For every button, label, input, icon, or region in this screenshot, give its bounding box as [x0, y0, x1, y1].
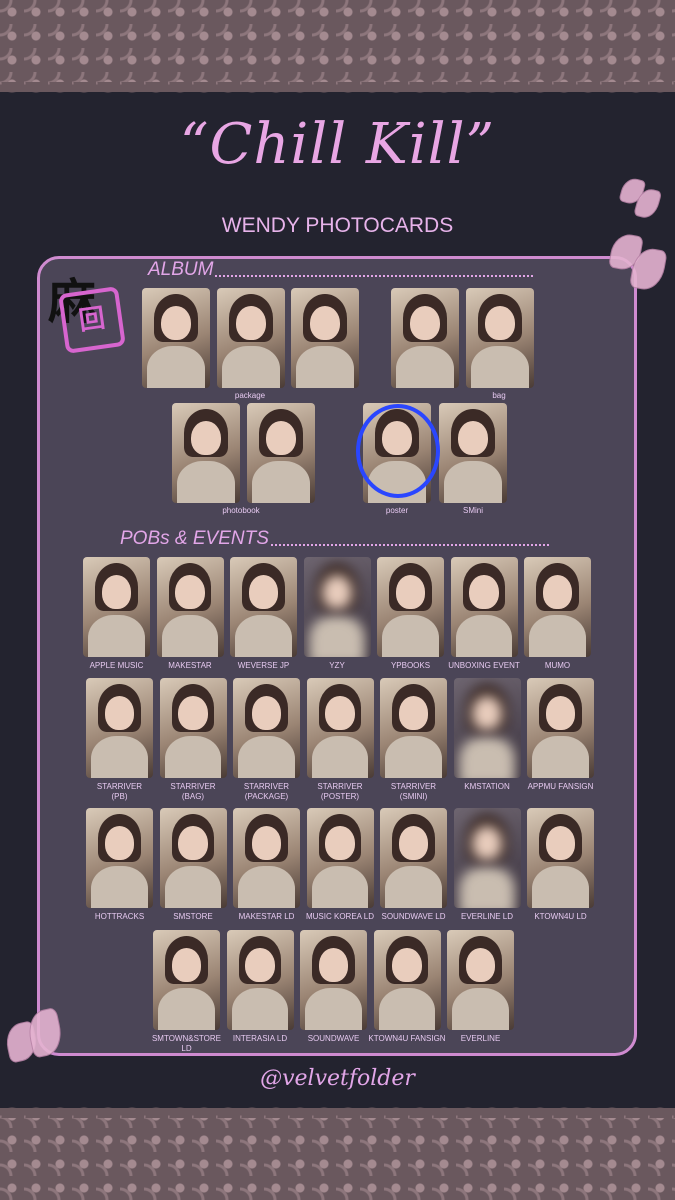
photocard-image: [453, 678, 521, 778]
section-pobs: POBs & EVENTS: [120, 528, 549, 550]
pob-label: STARRIVER (PB): [96, 782, 143, 801]
photocard-image: [373, 930, 441, 1030]
photocard-image: [172, 403, 240, 503]
photocard-image: [217, 288, 285, 388]
pob-label: UNBOXING EVENT: [448, 661, 520, 670]
photocard-image: [300, 930, 367, 1030]
pob-label: STARRIVER (POSTER): [317, 782, 363, 801]
pob-label: WEVERSE JP: [237, 661, 290, 670]
photocard-image: [86, 808, 153, 908]
photocard-image: [291, 288, 359, 388]
pob-label: STARRIVER (BAG): [170, 782, 216, 801]
photocard-image: [247, 403, 315, 503]
label-package: package: [234, 391, 266, 400]
pob-label: APPLE MUSIC: [89, 661, 144, 670]
photocard-image: [380, 678, 447, 778]
photocard-image: [391, 288, 459, 388]
photocard-image: [233, 808, 300, 908]
photocard-image: [527, 678, 594, 778]
photocard-image: [159, 808, 227, 908]
photocard-image: [466, 288, 534, 388]
pob-label: EVERLINE LD: [460, 912, 514, 921]
photocard-image: [380, 808, 447, 908]
photocard-image: [439, 403, 507, 503]
label-poster: poster: [385, 506, 409, 515]
label-bag: bag: [492, 391, 506, 400]
photocard-image: [83, 557, 150, 657]
pob-label: HOTTRACKS: [94, 912, 145, 921]
pob-label: MUSIC KOREA LD: [305, 912, 374, 921]
photocard-image: [303, 557, 371, 657]
photocard-image: [226, 930, 294, 1030]
stamp-seal: 回: [58, 286, 126, 354]
section-album-title: ALBUM: [148, 259, 214, 280]
section-album: ALBUM: [148, 259, 534, 281]
photocard-image: [156, 557, 224, 657]
section-pobs-dots: [270, 544, 549, 546]
photocard-image: [306, 678, 374, 778]
lace-border-top: [0, 0, 675, 102]
pob-label: MUMO: [544, 661, 571, 670]
photocard-image: [447, 930, 514, 1030]
page-subtitle: WENDY PHOTOCARDS: [221, 214, 454, 237]
photocard-image: [86, 678, 153, 778]
label-smini: SMini: [462, 506, 483, 515]
photocard-image: [142, 288, 210, 388]
photocard-image: [233, 678, 300, 778]
pob-label: APPMU FANSIGN: [527, 782, 594, 791]
photocard-image: [230, 557, 297, 657]
photocard-image: [450, 557, 518, 657]
pob-label: MAKESTAR: [168, 661, 212, 670]
pob-label: SOUNDWAVE LD: [381, 912, 446, 921]
pob-label: STARRIVER (PACKAGE): [243, 782, 290, 801]
blue-circle-annotation: [356, 404, 440, 498]
pob-label: STARRIVER (SMINI): [390, 782, 437, 801]
pob-label: KTOWN4U LD: [534, 912, 587, 921]
section-album-dots: [215, 275, 534, 277]
pob-label: KTOWN4U FANSIGN: [368, 1034, 446, 1043]
photocard-image: [453, 808, 521, 908]
pob-label: YZY: [329, 661, 345, 670]
photocard-image: [159, 678, 227, 778]
pob-label: KMSTATION: [464, 782, 510, 791]
photocard-image: [524, 557, 591, 657]
label-photobook: photobook: [222, 506, 260, 515]
photocard-image: [153, 930, 220, 1030]
pob-label: SMSTORE: [173, 912, 213, 921]
pob-label: EVERLINE: [460, 1034, 501, 1043]
photocard-image: [306, 808, 374, 908]
pob-label: SOUNDWAVE: [307, 1034, 360, 1043]
pob-label: SMTOWN&STORE LD: [151, 1034, 222, 1053]
page-title: “Chill Kill”: [179, 112, 496, 177]
poster-canvas: “Chill Kill” WENDY PHOTOCARDS 麻 回 ALBUM …: [0, 0, 675, 1200]
lace-border-bottom: [0, 1108, 675, 1200]
photocard-image: [527, 808, 594, 908]
section-pobs-title: POBs & EVENTS: [120, 528, 269, 549]
butterfly-icon: [603, 231, 670, 309]
pob-label: INTERASIA LD: [232, 1034, 288, 1043]
pob-label: MAKESTAR LD: [238, 912, 295, 921]
photocard-image: [377, 557, 444, 657]
stamp-logo: 麻 回: [48, 262, 128, 357]
pob-label: YPBOOKS: [390, 661, 431, 670]
credit-handle: @velvetfolder: [260, 1066, 415, 1091]
